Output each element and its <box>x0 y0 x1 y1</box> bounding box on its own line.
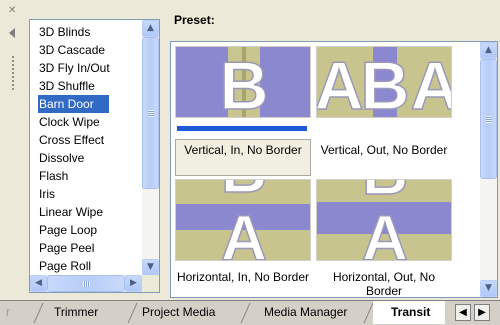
preset-caption: Vertical, In, No Border <box>184 143 302 157</box>
transitions-panel: ✕ 3D Blinds 3D Cascade 3D Fly In/Out 3D Shu… <box>0 0 500 325</box>
preset-label: Preset: <box>174 13 215 27</box>
scroll-corner <box>142 275 159 292</box>
scroll-right-button[interactable]: ▶ <box>125 275 142 292</box>
list-vertical-scrollbar[interactable]: ▲ ▼ <box>142 20 159 276</box>
hscroll-thumb[interactable] <box>47 275 125 292</box>
preset-caption: Horizontal, In, No Border <box>176 270 310 284</box>
preset-thumbnail: B A <box>316 179 452 261</box>
scroll-down-button[interactable]: ▼ <box>480 280 497 297</box>
tab-scroll-left-button[interactable]: ◀ <box>455 304 471 321</box>
scroll-up-button[interactable]: ▲ <box>480 42 497 59</box>
list-item[interactable]: Clock Wipe <box>30 113 142 131</box>
list-item[interactable]: Page Peel <box>30 239 142 257</box>
list-item[interactable]: 3D Fly In/Out <box>30 59 142 77</box>
tab-scroll-right-button[interactable]: ▶ <box>474 304 490 321</box>
selection-bar <box>177 126 307 131</box>
arrow-left-icon[interactable] <box>9 28 15 38</box>
tab-project-media[interactable]: Project Media <box>142 301 215 324</box>
list-item[interactable]: Cross Effect <box>30 131 142 149</box>
preset-thumbnail: B A A <box>316 46 452 118</box>
svg-text:A: A <box>221 202 267 261</box>
preset-grid: B Vertical, In, No Border B A A <box>171 42 480 298</box>
list-item[interactable]: Barn Door <box>38 95 109 113</box>
list-horizontal-scrollbar[interactable]: ◀ ▶ <box>30 275 142 292</box>
list-item[interactable]: 3D Blinds <box>30 23 142 41</box>
svg-text:B: B <box>219 48 268 118</box>
list-item[interactable]: Iris <box>30 185 142 203</box>
tab-partial[interactable]: r <box>6 301 10 324</box>
list-item[interactable]: Dissolve <box>30 149 142 167</box>
preset-tile-vertical-out[interactable]: B A A Vertical, Out, No Border <box>316 46 452 176</box>
scroll-left-button[interactable]: ◀ <box>30 275 47 292</box>
preset-thumbnail: B A <box>175 179 311 261</box>
svg-text:A: A <box>410 48 452 118</box>
transitions-list-items: 3D Blinds 3D Cascade 3D Fly In/Out 3D Shuff… <box>30 20 142 279</box>
scroll-thumb[interactable] <box>480 59 497 179</box>
preset-tile-vertical-in[interactable]: B Vertical, In, No Border <box>175 46 311 176</box>
preset-caption: Horizontal, Out, No Border <box>332 270 436 298</box>
tab-media-manager[interactable]: Media Manager <box>264 301 347 324</box>
svg-text:A: A <box>362 202 408 261</box>
preset-tile-horizontal-out[interactable]: B A Horizontal, Out, No Border <box>316 179 452 298</box>
svg-text:A: A <box>317 48 364 118</box>
scroll-up-button[interactable]: ▲ <box>142 20 159 37</box>
preset-tile-horizontal-in[interactable]: B A Horizontal, In, No Border <box>175 179 311 297</box>
scroll-down-button[interactable]: ▼ <box>142 259 159 276</box>
list-item[interactable]: Page Roll <box>30 257 142 275</box>
preset-vertical-scrollbar[interactable]: ▲ ▼ <box>480 42 497 297</box>
list-item[interactable]: Linear Wipe <box>30 203 142 221</box>
close-icon[interactable]: ✕ <box>8 6 16 16</box>
list-item[interactable]: Flash <box>30 167 142 185</box>
dock-tab-bar: r Trimmer Project Media Media Manager Tr… <box>0 300 500 325</box>
tab-transitions[interactable]: Transit <box>373 301 445 324</box>
panel-grip-strip: ✕ <box>0 0 26 300</box>
tab-trimmer[interactable]: Trimmer <box>54 301 98 324</box>
preset-gallery[interactable]: B Vertical, In, No Border B A A <box>170 41 498 298</box>
scroll-thumb[interactable] <box>142 37 159 189</box>
list-item[interactable]: 3D Shuffle <box>30 77 142 95</box>
preset-thumbnail: B <box>175 46 311 118</box>
list-item[interactable]: Page Loop <box>30 221 142 239</box>
grip-icon[interactable] <box>11 55 15 91</box>
svg-text:B: B <box>360 48 409 118</box>
transitions-list[interactable]: 3D Blinds 3D Cascade 3D Fly In/Out 3D Shuff… <box>29 19 160 293</box>
list-item[interactable]: 3D Cascade <box>30 41 142 59</box>
preset-caption: Vertical, Out, No Border <box>320 143 448 157</box>
